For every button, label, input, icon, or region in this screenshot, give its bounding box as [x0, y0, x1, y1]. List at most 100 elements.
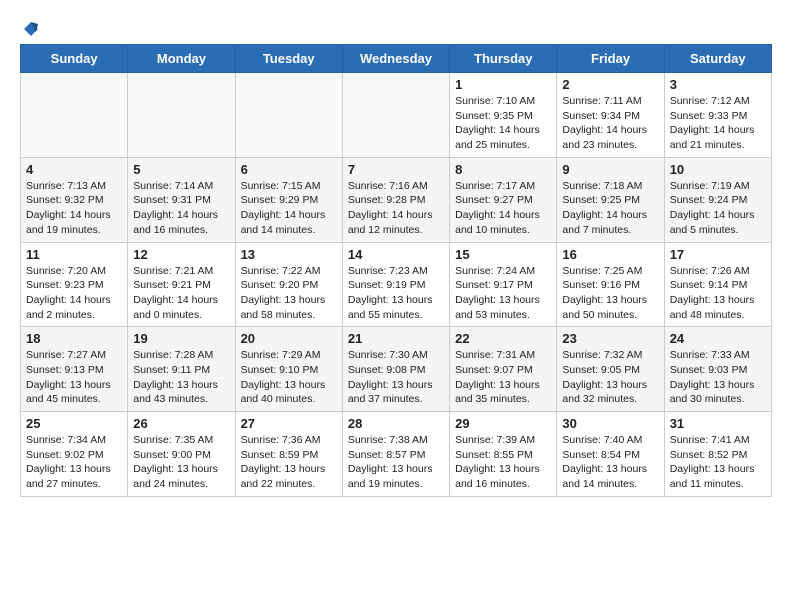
day-info-text: Sunrise: 7:18 AM — [562, 179, 658, 194]
day-info-text: Sunrise: 7:11 AM — [562, 94, 658, 109]
calendar-week-row: 1Sunrise: 7:10 AMSunset: 9:35 PMDaylight… — [21, 73, 772, 158]
day-info-text: Sunset: 9:28 PM — [348, 193, 444, 208]
day-number: 15 — [455, 247, 551, 262]
day-info-text: Sunset: 9:27 PM — [455, 193, 551, 208]
day-info-text: Sunrise: 7:38 AM — [348, 433, 444, 448]
day-info-text: Sunrise: 7:22 AM — [241, 264, 337, 279]
calendar-cell: 19Sunrise: 7:28 AMSunset: 9:11 PMDayligh… — [128, 327, 235, 412]
day-info-text: Daylight: 14 hours and 0 minutes. — [133, 293, 229, 322]
day-number: 5 — [133, 162, 229, 177]
day-info-text: Daylight: 13 hours and 16 minutes. — [455, 462, 551, 491]
day-info-text: Sunset: 9:17 PM — [455, 278, 551, 293]
day-info-text: Sunrise: 7:34 AM — [26, 433, 122, 448]
day-of-week-header: Sunday — [21, 45, 128, 73]
day-info-text: Sunrise: 7:29 AM — [241, 348, 337, 363]
day-info-text: Sunrise: 7:28 AM — [133, 348, 229, 363]
day-of-week-header: Friday — [557, 45, 664, 73]
calendar-table: SundayMondayTuesdayWednesdayThursdayFrid… — [20, 44, 772, 497]
day-info-text: Sunrise: 7:31 AM — [455, 348, 551, 363]
day-of-week-header: Tuesday — [235, 45, 342, 73]
calendar-cell — [342, 73, 449, 158]
day-info-text: Sunrise: 7:17 AM — [455, 179, 551, 194]
calendar-cell: 1Sunrise: 7:10 AMSunset: 9:35 PMDaylight… — [450, 73, 557, 158]
day-info-text: Sunset: 8:52 PM — [670, 448, 766, 463]
day-info-text: Sunset: 9:08 PM — [348, 363, 444, 378]
calendar-week-row: 4Sunrise: 7:13 AMSunset: 9:32 PMDaylight… — [21, 157, 772, 242]
day-number: 12 — [133, 247, 229, 262]
day-info-text: Daylight: 14 hours and 16 minutes. — [133, 208, 229, 237]
day-number: 8 — [455, 162, 551, 177]
day-info-text: Sunset: 9:20 PM — [241, 278, 337, 293]
day-number: 6 — [241, 162, 337, 177]
day-info-text: Sunset: 8:57 PM — [348, 448, 444, 463]
day-info-text: Daylight: 14 hours and 5 minutes. — [670, 208, 766, 237]
day-info-text: Daylight: 13 hours and 50 minutes. — [562, 293, 658, 322]
logo-icon — [22, 20, 40, 38]
day-of-week-header: Saturday — [664, 45, 771, 73]
day-info-text: Sunset: 9:03 PM — [670, 363, 766, 378]
day-number: 29 — [455, 416, 551, 431]
day-number: 4 — [26, 162, 122, 177]
calendar-cell: 8Sunrise: 7:17 AMSunset: 9:27 PMDaylight… — [450, 157, 557, 242]
calendar-cell: 3Sunrise: 7:12 AMSunset: 9:33 PMDaylight… — [664, 73, 771, 158]
day-info-text: Sunset: 9:11 PM — [133, 363, 229, 378]
day-number: 26 — [133, 416, 229, 431]
day-info-text: Daylight: 14 hours and 2 minutes. — [26, 293, 122, 322]
day-info-text: Daylight: 13 hours and 40 minutes. — [241, 378, 337, 407]
calendar-header-row: SundayMondayTuesdayWednesdayThursdayFrid… — [21, 45, 772, 73]
day-info-text: Sunset: 9:05 PM — [562, 363, 658, 378]
calendar-cell: 14Sunrise: 7:23 AMSunset: 9:19 PMDayligh… — [342, 242, 449, 327]
calendar-cell: 21Sunrise: 7:30 AMSunset: 9:08 PMDayligh… — [342, 327, 449, 412]
day-info-text: Sunrise: 7:26 AM — [670, 264, 766, 279]
day-info-text: Sunset: 9:32 PM — [26, 193, 122, 208]
calendar-cell — [235, 73, 342, 158]
calendar-cell: 29 Sunrise: 7:39 AMSunset: 8:55 PMDayligh… — [450, 412, 557, 497]
calendar-cell: 17Sunrise: 7:26 AMSunset: 9:14 PMDayligh… — [664, 242, 771, 327]
day-number: 9 — [562, 162, 658, 177]
day-info-text: Sunset: 8:55 PM — [455, 448, 551, 463]
day-info-text: Sunset: 9:23 PM — [26, 278, 122, 293]
calendar-cell: 15 Sunrise: 7:24 AMSunset: 9:17 PMDayligh… — [450, 242, 557, 327]
day-number: 14 — [348, 247, 444, 262]
day-number: 21 — [348, 331, 444, 346]
day-info-text: Sunrise: 7:16 AM — [348, 179, 444, 194]
day-info-text: Sunset: 9:14 PM — [670, 278, 766, 293]
calendar-cell: 26Sunrise: 7:35 AMSunset: 9:00 PMDayligh… — [128, 412, 235, 497]
day-info-text: Sunrise: 7:19 AM — [670, 179, 766, 194]
day-info-text: Sunrise: 7:21 AM — [133, 264, 229, 279]
day-info-text: Sunset: 9:16 PM — [562, 278, 658, 293]
day-number: 27 — [241, 416, 337, 431]
day-info-text: Daylight: 13 hours and 55 minutes. — [348, 293, 444, 322]
day-info-text: Daylight: 14 hours and 25 minutes. — [455, 123, 551, 152]
day-info-text: Sunrise: 7:39 AM — [455, 433, 551, 448]
calendar-cell — [21, 73, 128, 158]
day-info-text: Daylight: 13 hours and 53 minutes. — [455, 293, 551, 322]
day-info-text: Sunrise: 7:25 AM — [562, 264, 658, 279]
calendar-cell: 30Sunrise: 7:40 AMSunset: 8:54 PMDayligh… — [557, 412, 664, 497]
page-header — [20, 20, 772, 34]
day-info-text: Sunset: 9:07 PM — [455, 363, 551, 378]
calendar-cell: 22Sunrise: 7:31 AMSunset: 9:07 PMDayligh… — [450, 327, 557, 412]
calendar-cell — [128, 73, 235, 158]
day-info-text: Daylight: 13 hours and 58 minutes. — [241, 293, 337, 322]
day-info-text: Sunrise: 7:41 AM — [670, 433, 766, 448]
day-number: 17 — [670, 247, 766, 262]
day-info-text: Sunset: 9:10 PM — [241, 363, 337, 378]
calendar-cell: 27Sunrise: 7:36 AMSunset: 8:59 PMDayligh… — [235, 412, 342, 497]
calendar-cell: 7Sunrise: 7:16 AMSunset: 9:28 PMDaylight… — [342, 157, 449, 242]
day-number: 11 — [26, 247, 122, 262]
logo — [20, 20, 40, 34]
day-number: 24 — [670, 331, 766, 346]
calendar-cell: 4Sunrise: 7:13 AMSunset: 9:32 PMDaylight… — [21, 157, 128, 242]
day-info-text: Sunrise: 7:40 AM — [562, 433, 658, 448]
day-info-text: Daylight: 13 hours and 35 minutes. — [455, 378, 551, 407]
day-number: 18 — [26, 331, 122, 346]
day-number: 1 — [455, 77, 551, 92]
calendar-cell: 10Sunrise: 7:19 AMSunset: 9:24 PMDayligh… — [664, 157, 771, 242]
calendar-cell: 25Sunrise: 7:34 AMSunset: 9:02 PMDayligh… — [21, 412, 128, 497]
day-info-text: Sunrise: 7:24 AM — [455, 264, 551, 279]
day-number: 20 — [241, 331, 337, 346]
day-info-text: Sunrise: 7:27 AM — [26, 348, 122, 363]
day-number: 16 — [562, 247, 658, 262]
day-info-text: Sunrise: 7:32 AM — [562, 348, 658, 363]
